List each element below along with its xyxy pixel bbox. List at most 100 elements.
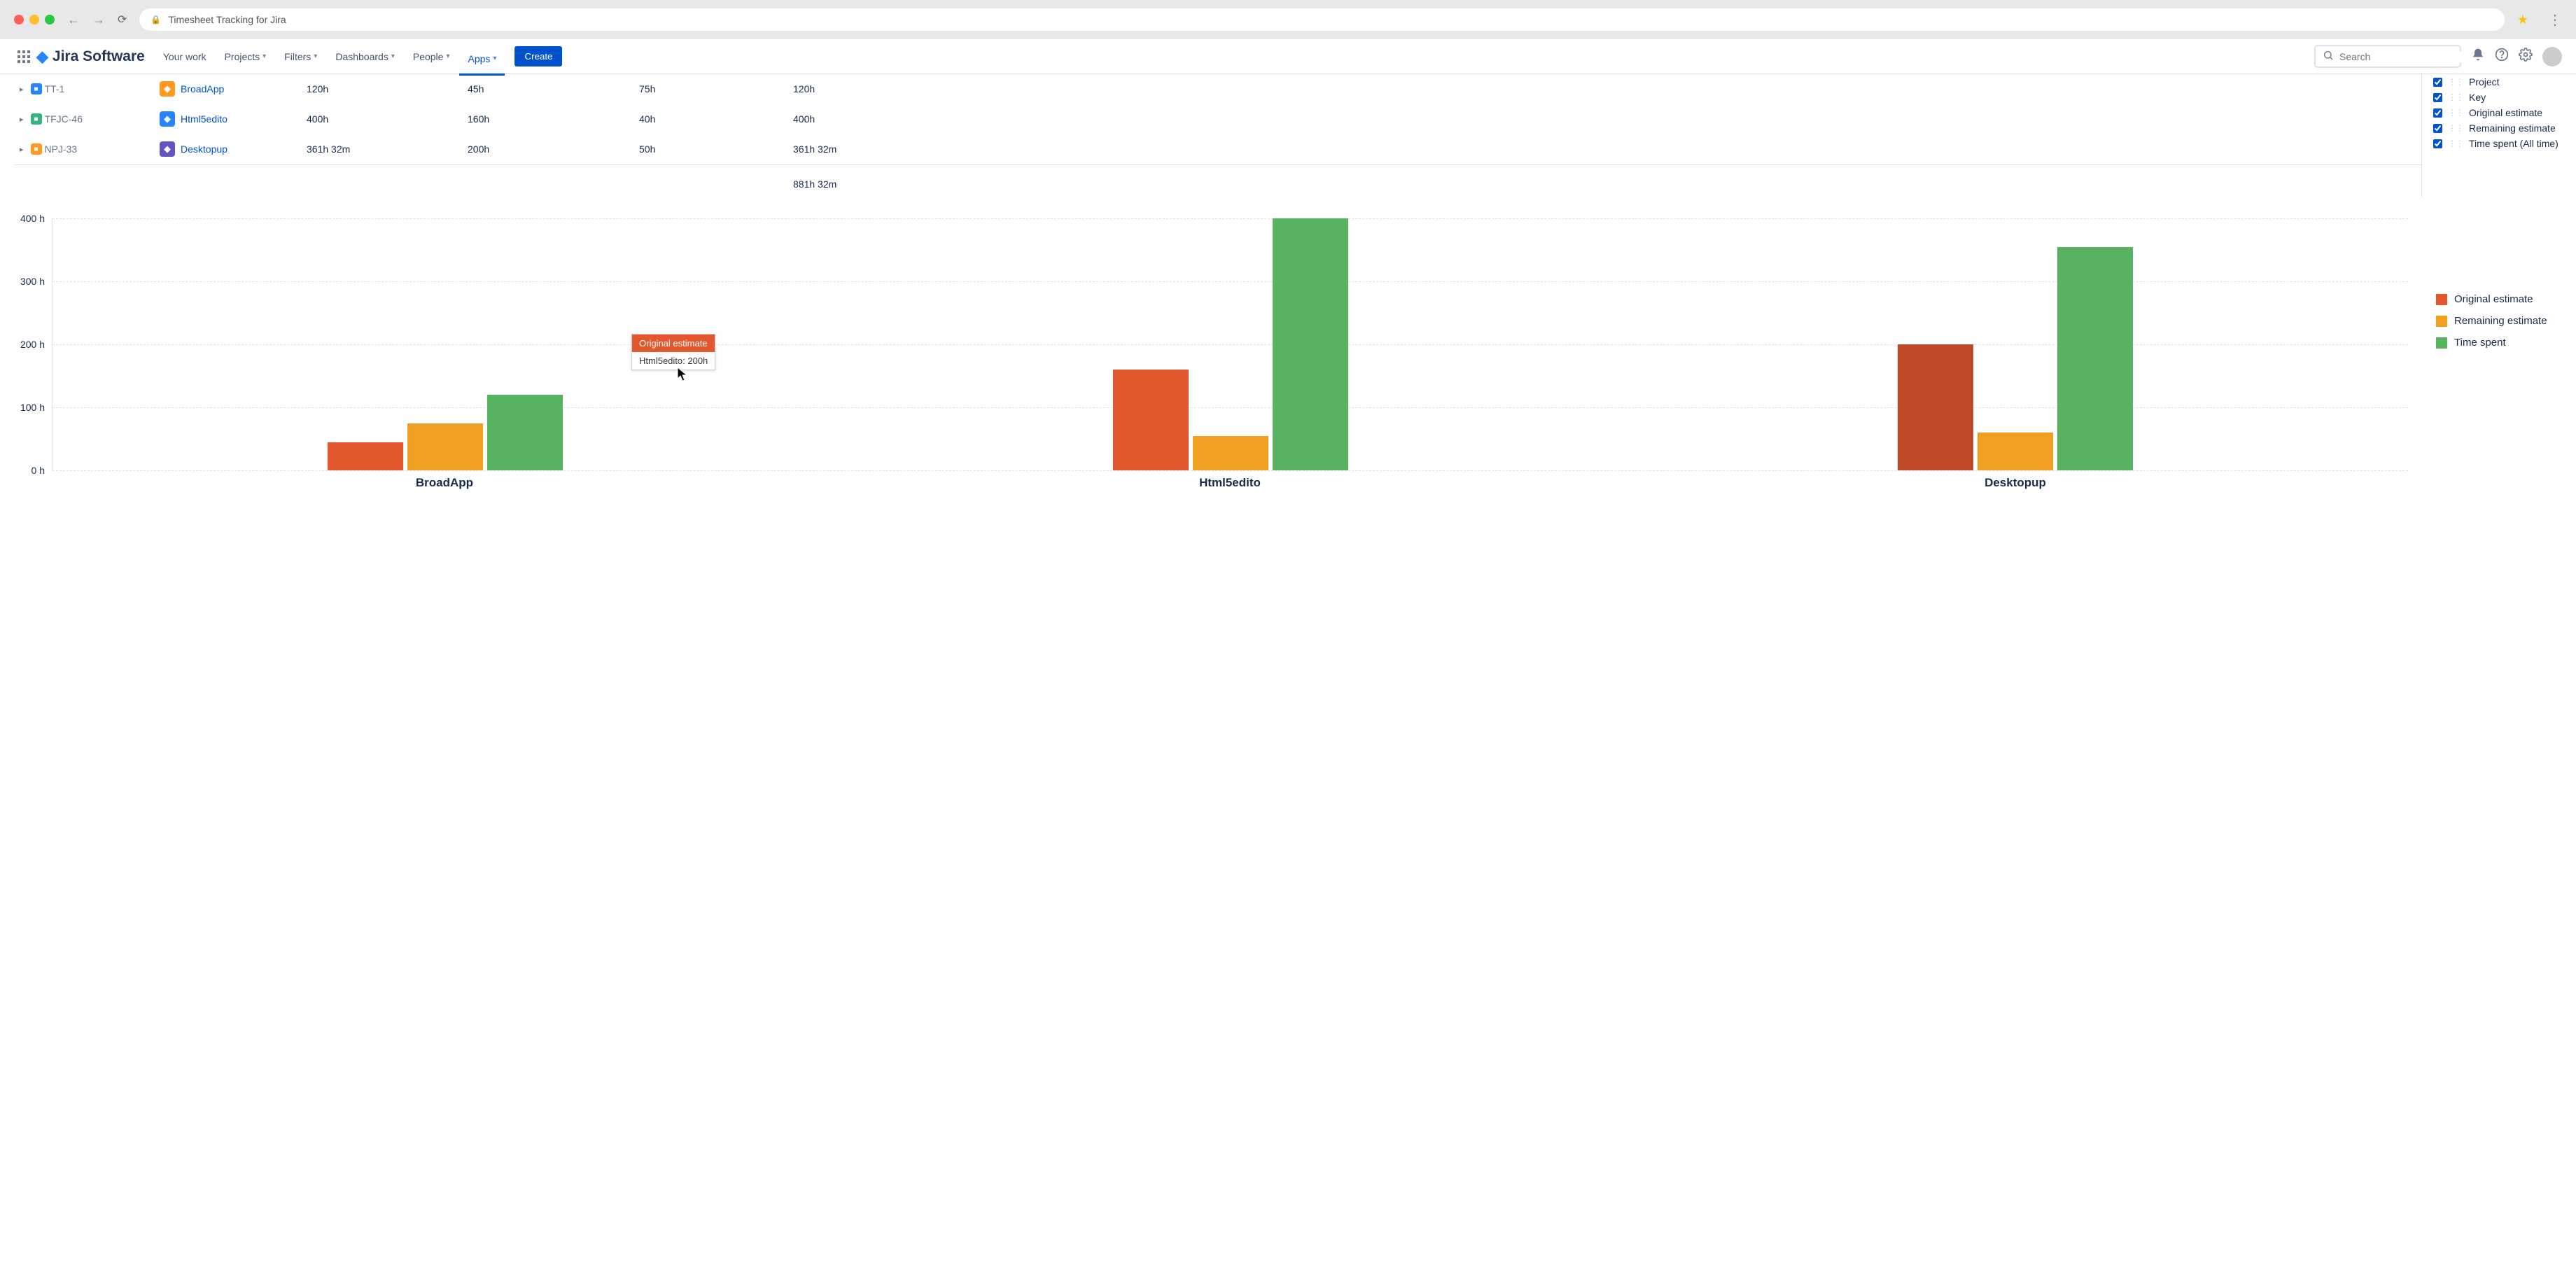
y-axis: 0 h100 h200 h300 h400 h <box>14 218 49 470</box>
column-label: Remaining estimate <box>2469 122 2556 134</box>
nav-people[interactable]: People▾ <box>405 45 458 68</box>
column-checkbox[interactable] <box>2433 124 2442 133</box>
x-axis: BroadAppHtml5editoDesktopup <box>52 470 2408 498</box>
lock-icon: 🔒 <box>150 15 161 24</box>
drag-handle-icon[interactable]: ⋮⋮ <box>2448 92 2463 102</box>
browser-menu-icon[interactable]: ⋮ <box>2548 11 2562 29</box>
close-window-button[interactable] <box>14 15 24 24</box>
expand-icon[interactable]: ▸ <box>20 85 24 94</box>
project-link[interactable]: BroadApp <box>181 83 224 94</box>
expand-icon[interactable]: ▸ <box>20 145 24 154</box>
issue-key: NPJ-33 <box>45 143 78 155</box>
bar[interactable] <box>1273 218 1348 470</box>
y-tick-label: 400 h <box>20 213 45 224</box>
bar[interactable] <box>328 442 403 471</box>
column-checkbox[interactable] <box>2433 78 2442 87</box>
project-link[interactable]: Desktopup <box>181 143 227 155</box>
timesheet-table-area: ▸■TT-1◆BroadApp120h45h75h120h▸■TFJC-46◆H… <box>14 74 2562 197</box>
product-name: Jira Software <box>52 48 145 65</box>
plot-area <box>52 218 2408 470</box>
settings-icon[interactable] <box>2519 48 2533 65</box>
chart-container: 0 h100 h200 h300 h400 h BroadAppHtml5edi… <box>14 218 2562 498</box>
drag-handle-icon[interactable]: ⋮⋮ <box>2448 108 2463 118</box>
time-spent-cell-b: 120h <box>788 74 2421 104</box>
forward-button[interactable]: → <box>92 13 105 27</box>
jira-logo[interactable]: ◆ Jira Software <box>36 48 145 66</box>
column-toggle[interactable]: ⋮⋮ Original estimate <box>2433 105 2562 120</box>
time-spent-cell-b: 361h 32m <box>788 134 2421 164</box>
project-link[interactable]: Html5edito <box>181 113 227 125</box>
nav-apps[interactable]: Apps▾ <box>459 45 505 76</box>
original-estimate-cell: 400h <box>301 104 462 134</box>
chevron-down-icon: ▾ <box>493 55 496 62</box>
app-switcher-icon[interactable] <box>14 47 34 66</box>
bar[interactable] <box>2057 247 2133 471</box>
drag-handle-icon[interactable]: ⋮⋮ <box>2448 139 2463 148</box>
back-button[interactable]: ← <box>67 13 80 27</box>
chevron-down-icon: ▾ <box>262 52 266 60</box>
totals-row: 881h 32m <box>14 166 2421 197</box>
nav-dashboards[interactable]: Dashboards▾ <box>327 45 403 68</box>
column-picker: ⋮⋮Project⋮⋮Key⋮⋮Original estimate⋮⋮Remai… <box>2422 74 2562 197</box>
user-avatar[interactable] <box>2542 47 2562 66</box>
maximize-window-button[interactable] <box>45 15 55 24</box>
y-tick-label: 100 h <box>20 402 45 413</box>
bar[interactable] <box>1193 436 1268 471</box>
chart-legend: Original estimate Remaining estimate Tim… <box>2408 218 2562 498</box>
column-toggle[interactable]: ⋮⋮ Remaining estimate <box>2433 120 2562 136</box>
minimize-window-button[interactable] <box>29 15 39 24</box>
address-bar[interactable]: 🔒 Timesheet Tracking for Jira <box>139 8 2504 31</box>
nav-projects[interactable]: Projects▾ <box>216 45 275 68</box>
legend-original-estimate[interactable]: Original estimate <box>2436 288 2562 310</box>
y-tick-label: 300 h <box>20 276 45 287</box>
bar[interactable] <box>1977 433 2053 470</box>
timesheet-bar-chart: 0 h100 h200 h300 h400 h BroadAppHtml5edi… <box>14 218 2408 498</box>
issue-type-icon: ■ <box>31 83 42 94</box>
time-spent-cell-a: 75h <box>634 74 788 104</box>
nav-your-work[interactable]: Your work <box>155 45 215 68</box>
project-icon: ◆ <box>160 141 175 157</box>
table-row[interactable]: ▸■TT-1◆BroadApp120h45h75h120h <box>14 74 2421 104</box>
bar-group <box>838 218 1623 470</box>
legend-time-spent[interactable]: Time spent <box>2436 332 2562 353</box>
reload-button[interactable]: ⟳ <box>118 13 127 27</box>
timesheet-table: ▸■TT-1◆BroadApp120h45h75h120h▸■TFJC-46◆H… <box>14 74 2421 197</box>
column-label: Project <box>2469 76 2500 87</box>
remaining-estimate-cell: 45h <box>462 74 634 104</box>
bookmark-star-icon[interactable]: ★ <box>2517 13 2528 27</box>
x-tick-label: Html5edito <box>837 470 1623 498</box>
bar[interactable] <box>407 423 483 471</box>
drag-handle-icon[interactable]: ⋮⋮ <box>2448 123 2463 133</box>
column-checkbox[interactable] <box>2433 93 2442 102</box>
bar-group <box>52 218 838 470</box>
search-field[interactable] <box>2314 45 2461 68</box>
column-checkbox[interactable] <box>2433 139 2442 148</box>
column-label: Original estimate <box>2469 107 2542 118</box>
bar[interactable] <box>1113 370 1189 470</box>
notifications-icon[interactable] <box>2471 48 2485 65</box>
column-toggle[interactable]: ⋮⋮Key <box>2433 90 2562 105</box>
legend-remaining-estimate[interactable]: Remaining estimate <box>2436 310 2562 332</box>
search-input[interactable] <box>2339 51 2466 62</box>
nav-filters[interactable]: Filters▾ <box>276 45 326 68</box>
issue-type-icon: ■ <box>31 113 42 125</box>
expand-icon[interactable]: ▸ <box>20 115 24 124</box>
bar[interactable] <box>1898 344 1973 470</box>
chevron-down-icon: ▾ <box>314 52 317 60</box>
column-toggle[interactable]: ⋮⋮Time spent (All time) <box>2433 136 2562 151</box>
bar[interactable] <box>487 395 563 470</box>
drag-handle-icon[interactable]: ⋮⋮ <box>2448 77 2463 87</box>
time-spent-cell-a: 40h <box>634 104 788 134</box>
y-tick-label: 0 h <box>31 465 45 476</box>
table-row[interactable]: ▸■TFJC-46◆Html5edito400h160h40h400h <box>14 104 2421 134</box>
legend-swatch <box>2436 294 2447 305</box>
column-checkbox[interactable] <box>2433 108 2442 118</box>
app-navigation: ◆ Jira Software Your work Projects▾ Filt… <box>0 39 2576 74</box>
table-row[interactable]: ▸■NPJ-33◆Desktopup361h 32m200h50h361h 32… <box>14 134 2421 164</box>
page-title: Timesheet Tracking for Jira <box>168 14 286 25</box>
time-spent-cell-b: 400h <box>788 104 2421 134</box>
original-estimate-cell: 361h 32m <box>301 134 462 164</box>
create-button[interactable]: Create <box>514 46 562 66</box>
help-icon[interactable] <box>2495 48 2509 65</box>
column-toggle[interactable]: ⋮⋮ Project <box>2433 74 2562 90</box>
